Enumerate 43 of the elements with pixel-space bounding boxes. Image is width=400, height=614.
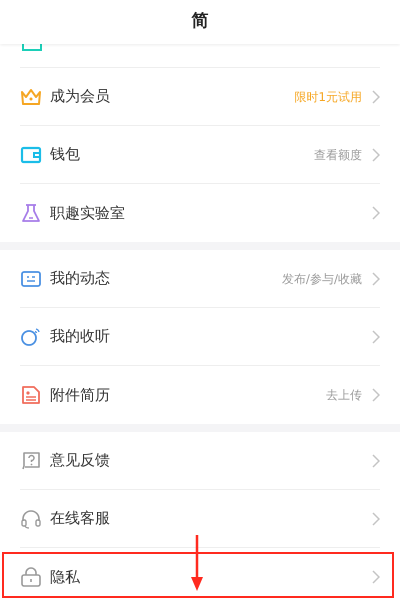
- menu-item[interactable]: 意见反馈: [20, 432, 380, 490]
- menu-item[interactable]: 我的收听: [20, 308, 380, 366]
- item-label: 职趣实验室: [50, 202, 126, 224]
- menu-item[interactable]: 我的动态 发布/参与/收藏: [20, 250, 380, 308]
- chevron-right-icon: [372, 272, 380, 286]
- chevron-right-icon: [372, 148, 380, 162]
- help-icon: [20, 450, 42, 470]
- chevron-right-icon: [372, 330, 380, 344]
- item-label: 我的动态: [50, 268, 111, 290]
- item-label: 我的收听: [50, 326, 111, 348]
- item-value: 限时1元试用: [294, 88, 362, 106]
- item-value: 去上传: [326, 387, 362, 404]
- message-icon: [20, 268, 42, 288]
- chevron-right-icon: [372, 90, 380, 104]
- chevron-right-icon: [372, 512, 380, 526]
- chevron-right-icon: [372, 454, 380, 468]
- menu-item[interactable]: 附件简历 去上传: [20, 366, 380, 424]
- item-value: 查看额度: [314, 146, 362, 164]
- page-title: 简: [192, 10, 208, 34]
- signal-ring-icon: [20, 326, 42, 346]
- document-icon: [20, 385, 42, 405]
- item-value: 发布/参与/收藏: [282, 270, 362, 288]
- chevron-right-icon: [372, 388, 380, 402]
- item-label: 附件简历: [50, 384, 111, 406]
- chevron-right-icon: [372, 206, 380, 220]
- item-label: 在线客服: [50, 508, 111, 530]
- item-label: 意见反馈: [50, 450, 111, 472]
- menu-item[interactable]: 成为会员 限时1元试用: [20, 68, 380, 126]
- wallet-icon: [20, 144, 42, 164]
- arrow-annotation: [190, 535, 204, 591]
- card-icon: [22, 44, 42, 52]
- lock-icon: [20, 567, 42, 587]
- crown-icon: [20, 86, 42, 106]
- item-label: 钱包: [50, 144, 81, 166]
- menu-item[interactable]: 在线客服: [20, 490, 380, 548]
- item-label: 成为会员: [50, 86, 111, 108]
- menu-item[interactable]: 隐私: [20, 548, 380, 606]
- item-label: 隐私: [50, 566, 81, 588]
- menu-item[interactable]: 钱包 查看额度: [20, 126, 380, 184]
- chevron-right-icon: [372, 570, 380, 584]
- flask-icon: [20, 203, 42, 223]
- menu-item[interactable]: 职趣实验室: [20, 184, 380, 242]
- headset-icon: [20, 508, 42, 528]
